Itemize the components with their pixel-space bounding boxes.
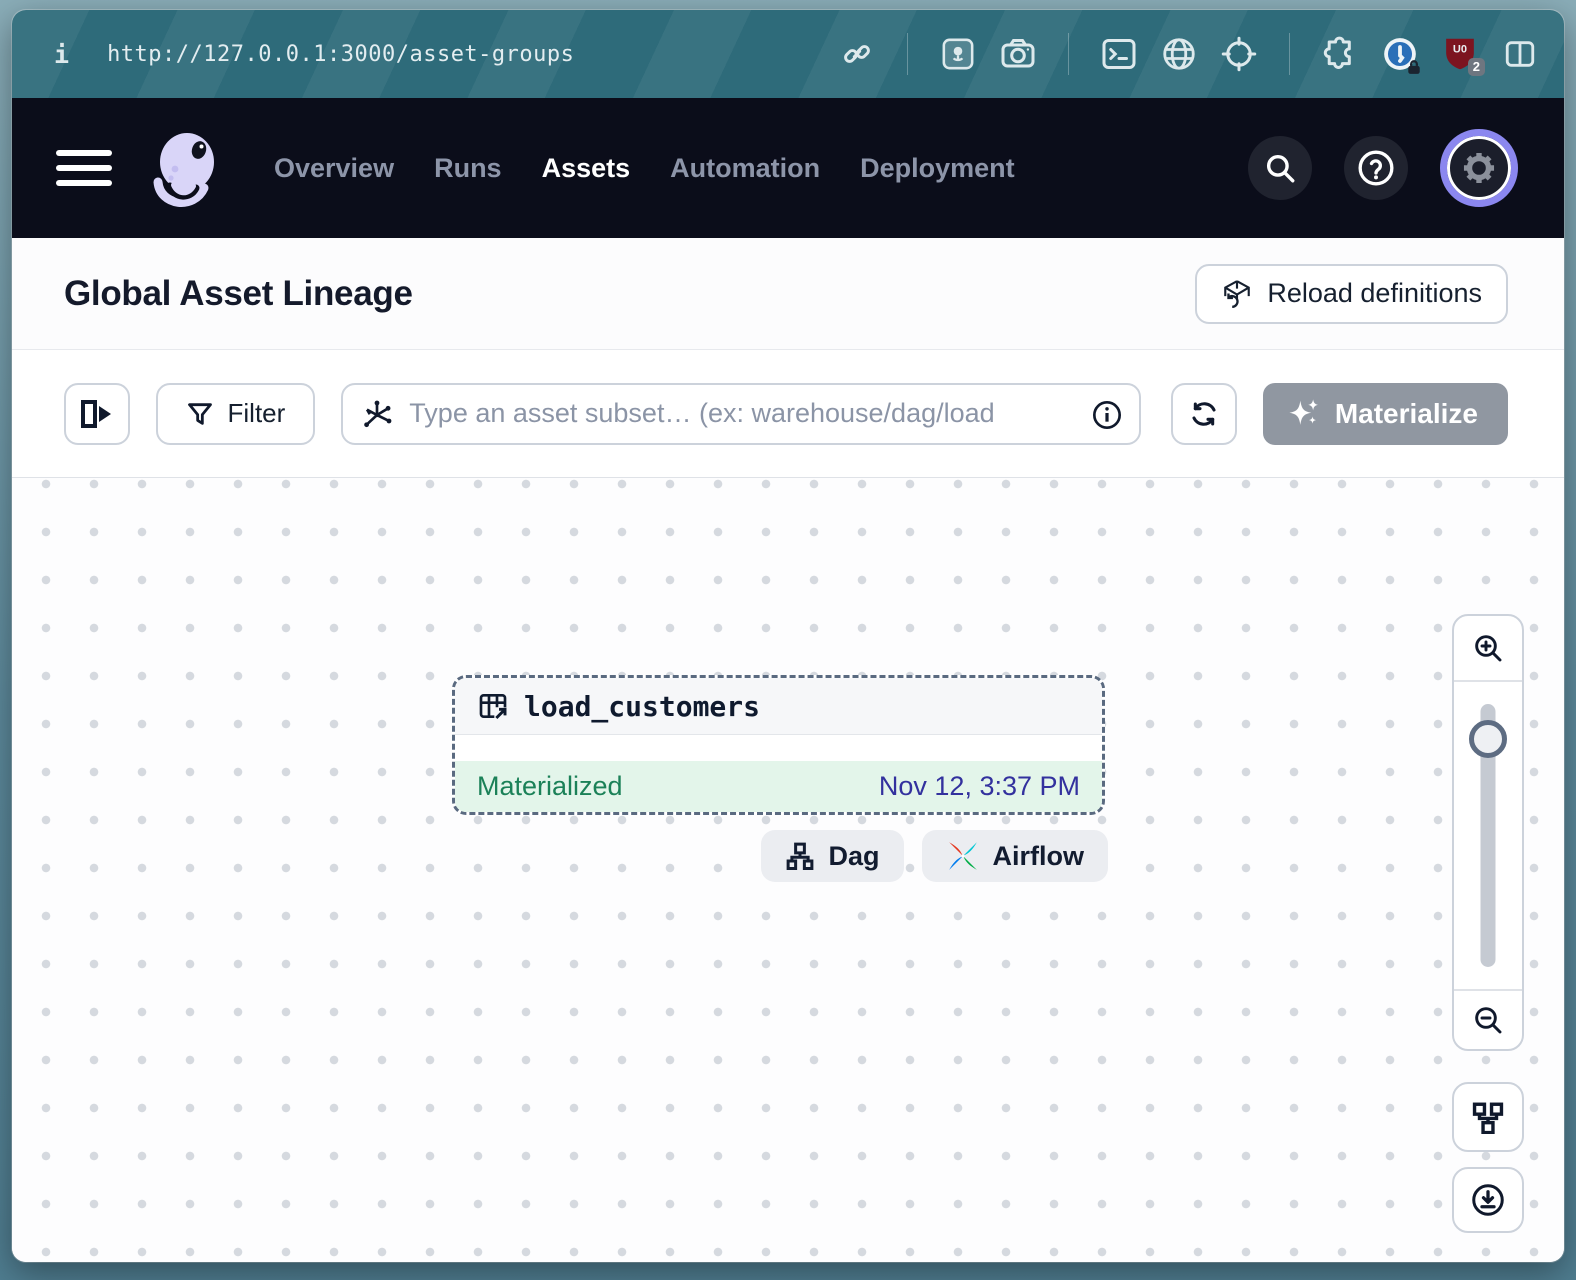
help-button[interactable] bbox=[1344, 136, 1408, 200]
asset-node-body bbox=[455, 735, 1102, 761]
asset-tags: Dag Airflow bbox=[761, 830, 1108, 882]
address-bar[interactable]: http://127.0.0.1:3000/asset-groups bbox=[107, 42, 829, 67]
copy-link-icon[interactable] bbox=[839, 36, 875, 72]
reload-definitions-label: Reload definitions bbox=[1267, 278, 1482, 309]
tag-airflow[interactable]: Airflow bbox=[922, 830, 1109, 882]
asset-node-load-customers[interactable]: load_customers Materialized Nov 12, 3:37… bbox=[452, 675, 1105, 815]
rearrange-layout-button[interactable] bbox=[1452, 1082, 1524, 1152]
settings-button[interactable] bbox=[1447, 136, 1511, 200]
browser-window: i http://127.0.0.1:3000/asset-groups bbox=[12, 10, 1564, 1262]
dag-hierarchy-icon bbox=[785, 841, 815, 871]
sparkles-icon bbox=[1287, 397, 1321, 431]
filter-button[interactable]: Filter bbox=[156, 383, 316, 445]
dagster-logo[interactable] bbox=[144, 126, 228, 210]
asset-subset-search bbox=[341, 383, 1141, 445]
app-navbar: Overview Runs Assets Automation Deployme… bbox=[12, 98, 1564, 238]
nav-item-assets[interactable]: Assets bbox=[542, 153, 631, 184]
collapse-panel-button[interactable] bbox=[64, 383, 130, 445]
divider bbox=[907, 33, 908, 75]
nav-item-overview[interactable]: Overview bbox=[274, 153, 394, 184]
tag-dag[interactable]: Dag bbox=[761, 830, 903, 882]
zoom-slider bbox=[1454, 682, 1522, 989]
reload-cube-icon bbox=[1221, 278, 1253, 310]
zoom-out-icon bbox=[1472, 1004, 1504, 1036]
rearrange-icon bbox=[1471, 1100, 1505, 1134]
page-header: Global Asset Lineage Reload definitions bbox=[12, 238, 1564, 350]
download-icon bbox=[1470, 1182, 1506, 1218]
ublock-shield-icon[interactable]: U0 2 bbox=[1442, 36, 1478, 72]
airflow-logo-icon bbox=[946, 839, 980, 873]
page-style-icon[interactable] bbox=[940, 36, 976, 72]
globe-icon[interactable] bbox=[1161, 36, 1197, 72]
zoom-in-icon bbox=[1472, 632, 1504, 664]
zoom-slider-thumb[interactable] bbox=[1469, 720, 1507, 758]
terminal-icon[interactable] bbox=[1101, 36, 1137, 72]
materialize-button[interactable]: Materialize bbox=[1263, 383, 1508, 445]
lineage-canvas[interactable]: load_customers Materialized Nov 12, 3:37… bbox=[12, 478, 1564, 1262]
svg-text:U0: U0 bbox=[1453, 44, 1467, 56]
filter-label: Filter bbox=[228, 398, 286, 429]
zoom-panel bbox=[1452, 614, 1524, 1051]
page-title: Global Asset Lineage bbox=[64, 274, 413, 314]
picker-target-icon[interactable] bbox=[1221, 36, 1257, 72]
password-manager-icon[interactable] bbox=[1382, 36, 1418, 72]
nav-item-automation[interactable]: Automation bbox=[670, 153, 820, 184]
lineage-toolbar: Filter bbox=[12, 350, 1564, 478]
ublock-count-badge: 2 bbox=[1468, 58, 1485, 76]
panel-expand-icon bbox=[79, 397, 115, 431]
refresh-button[interactable] bbox=[1171, 383, 1237, 445]
status-timestamp[interactable]: Nov 12, 3:37 PM bbox=[879, 771, 1080, 802]
info-icon[interactable] bbox=[1091, 399, 1123, 436]
zoom-out-button[interactable] bbox=[1454, 989, 1522, 1049]
materialize-label: Materialize bbox=[1335, 398, 1478, 430]
download-image-button[interactable] bbox=[1452, 1167, 1524, 1233]
filter-funnel-icon bbox=[186, 400, 214, 428]
nav-item-deployment[interactable]: Deployment bbox=[860, 153, 1015, 184]
external-table-icon bbox=[477, 690, 509, 722]
nav-right-icons bbox=[1248, 129, 1520, 207]
nav-item-runs[interactable]: Runs bbox=[434, 153, 502, 184]
graph-query-icon bbox=[361, 399, 393, 436]
browser-toolbar-icons: U0 2 bbox=[839, 33, 1538, 75]
search-icon bbox=[1263, 151, 1297, 185]
split-view-icon[interactable] bbox=[1502, 36, 1538, 72]
divider bbox=[1289, 33, 1290, 75]
asset-status-row: Materialized Nov 12, 3:37 PM bbox=[455, 761, 1102, 812]
lock-badge-icon bbox=[1406, 59, 1422, 75]
asset-name: load_customers bbox=[524, 690, 760, 723]
browser-chrome: i http://127.0.0.1:3000/asset-groups bbox=[12, 10, 1564, 98]
gear-icon bbox=[1460, 149, 1498, 187]
nav-items: Overview Runs Assets Automation Deployme… bbox=[274, 153, 1015, 184]
divider bbox=[1068, 33, 1069, 75]
reload-definitions-button[interactable]: Reload definitions bbox=[1195, 264, 1508, 324]
status-badge: Materialized bbox=[477, 771, 623, 802]
asset-node-header: load_customers bbox=[455, 678, 1102, 735]
site-info-icon[interactable]: i bbox=[54, 40, 69, 69]
refresh-icon bbox=[1188, 398, 1220, 430]
extensions-puzzle-icon[interactable] bbox=[1322, 36, 1358, 72]
menu-hamburger-button[interactable] bbox=[56, 150, 112, 186]
screenshot-icon[interactable] bbox=[1000, 36, 1036, 72]
search-button[interactable] bbox=[1248, 136, 1312, 200]
help-icon bbox=[1356, 148, 1396, 188]
zoom-in-button[interactable] bbox=[1454, 616, 1522, 682]
tag-airflow-label: Airflow bbox=[993, 841, 1085, 872]
asset-subset-input[interactable] bbox=[341, 383, 1141, 445]
tag-dag-label: Dag bbox=[828, 841, 879, 872]
